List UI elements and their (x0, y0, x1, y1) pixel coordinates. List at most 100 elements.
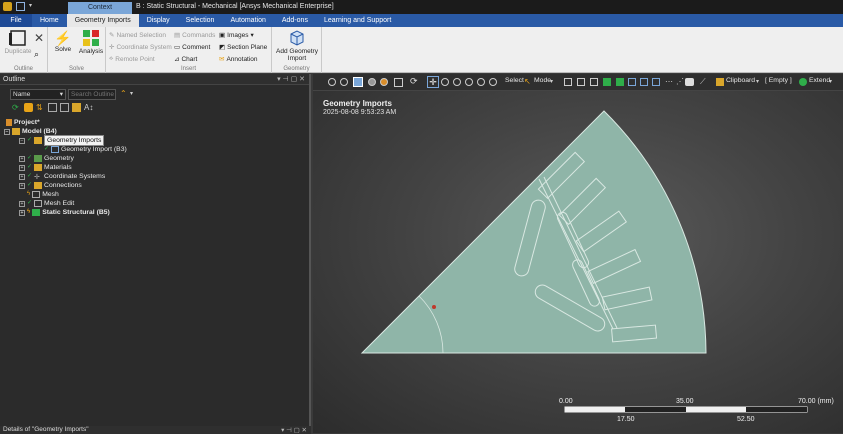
check-icon: ✓ (27, 155, 33, 161)
collapse-toggle-icon[interactable]: − (19, 137, 25, 144)
collapse-toggle-icon[interactable]: − (4, 128, 10, 135)
static-structural-icon (32, 209, 41, 216)
scale-label-0: 0.00 (559, 398, 573, 405)
search-options-icon[interactable]: ▾ (130, 90, 133, 97)
graphics-viewport[interactable]: ⟳ ✛ Select ↖ Mode ▾ ⋯ ⋰ ⟋ Clipboard ▾ [ … (313, 74, 843, 433)
tree-node-mesh[interactable]: ϟ Mesh (27, 190, 59, 199)
remote-point-icon: ⟡ (109, 55, 114, 62)
expand-toggle-icon[interactable]: + (19, 200, 25, 207)
folder-icon[interactable] (72, 103, 81, 112)
model-icon (12, 128, 20, 135)
check-icon: ✓ (27, 137, 33, 143)
text-options-icon[interactable]: A↕ (84, 103, 93, 112)
ribbon-tab-bar: File Home Geometry Imports Display Selec… (0, 14, 843, 27)
analysis-button[interactable]: Analysis (78, 30, 104, 55)
scale-bar (564, 406, 808, 413)
tab-learning-and-support[interactable]: Learning and Support (316, 14, 399, 27)
search-icon[interactable]: ⌕ (34, 49, 39, 60)
tree-node-connections[interactable]: + ✓ Connections (19, 181, 82, 190)
search-outline-input[interactable] (68, 89, 116, 100)
coordinate-system-button[interactable]: ✛ Coordinate System (109, 43, 172, 52)
duplicate-button[interactable]: Duplicate (4, 30, 32, 55)
check-icon: ✓ (27, 182, 33, 188)
outline-panel-controls[interactable]: ▾ ⊣ ▢ ✕ (277, 74, 305, 85)
tab-add-ons[interactable]: Add-ons (274, 14, 316, 27)
expand-all-icon[interactable] (48, 103, 57, 112)
expand-toggle-icon[interactable]: + (19, 182, 25, 189)
check-icon: ✓ (27, 164, 33, 170)
ribbon-group-insert: ✎ Named Selection ✛ Coordinate System ⟡ Rem… (106, 27, 272, 73)
expand-toggle-icon[interactable]: + (19, 164, 25, 171)
name-filter-dropdown[interactable]: Name ▾ (10, 89, 66, 100)
lightning-icon: ϟ (27, 209, 31, 215)
scale-label-17-5: 17.50 (617, 416, 635, 423)
commands-icon: ▤ (174, 32, 181, 39)
tree-node-coordinate-systems[interactable]: + ✓ ✛ Coordinate Systems (19, 172, 105, 181)
commands-button[interactable]: ▤ Commands (174, 31, 215, 40)
tree-node-project[interactable]: Project* (6, 118, 40, 127)
sort-icon[interactable]: ⇅ (36, 103, 45, 112)
geometry-icon (34, 155, 43, 162)
geometry-import-icon (290, 30, 304, 46)
check-icon: ✓ (27, 200, 33, 206)
duplicate-label: Duplicate (4, 48, 32, 55)
project-icon (6, 119, 12, 126)
quick-menu-chevron-icon[interactable]: ▾ (29, 2, 38, 11)
tree-node-geometry[interactable]: + ✓ Geometry (19, 154, 74, 163)
solve-button[interactable]: ⚡ Solve (52, 30, 74, 53)
add-geometry-label-2: Import (287, 55, 307, 62)
tree-node-mesh-edit[interactable]: + ✓ Mesh Edit (19, 199, 74, 208)
solve-group-label: Solve (68, 66, 84, 72)
chart-icon: ⊿ (174, 56, 180, 63)
outline-filter-bar: Name▾ ⌃ ▾ (0, 87, 311, 101)
lightning-icon: ϟ (27, 191, 31, 197)
images-icon: ▣ (219, 32, 226, 39)
lightning-icon: ⚡ (54, 30, 72, 46)
tree-node-geometry-import-b3[interactable]: ✓ Geometry Import (B3) (44, 145, 127, 154)
tree-node-materials[interactable]: + ✓ Materials (19, 163, 72, 172)
solve-label: Solve (54, 46, 72, 53)
add-geometry-label-1: Add Geometry (276, 48, 318, 55)
tab-geometry-imports[interactable]: Geometry Imports (66, 14, 139, 27)
expand-toggle-icon[interactable]: + (19, 155, 25, 162)
images-chevron-down-icon: ▾ (250, 32, 254, 39)
tree-node-static-structural[interactable]: + ϟ Static Structural (B5) (19, 208, 110, 217)
tab-home[interactable]: Home (32, 14, 67, 27)
quick-save-icon[interactable] (16, 2, 25, 11)
annotation-button[interactable]: ✉ Annotation (219, 55, 258, 64)
tree-node-geometry-imports[interactable]: − ✓ Geometry Imports (19, 135, 105, 146)
outline-title: Outline (3, 76, 26, 83)
named-selection-button[interactable]: ✎ Named Selection (109, 31, 166, 40)
section-plane-button[interactable]: ◩ Section Plane (219, 43, 267, 52)
coordinate-systems-icon: ✛ (34, 174, 40, 181)
images-button[interactable]: ▣ Images ▾ (219, 31, 254, 40)
tag-icon[interactable] (24, 103, 33, 112)
outline-panel: Outline ▾ ⊣ ▢ ✕ Name▾ ⌃ ▾ ⟳ ⇅ A↕ Project… (0, 74, 311, 434)
tab-automation[interactable]: Automation (222, 14, 273, 27)
comment-icon: ▭ (174, 44, 181, 51)
remote-point-button[interactable]: ⟡ Remote Point (109, 55, 155, 63)
expand-toggle-icon[interactable]: + (19, 209, 25, 216)
check-icon: ✓ (44, 146, 50, 152)
tab-file[interactable]: File (0, 14, 32, 27)
ribbon-group-outline: Duplicate ✕ ⌕ Outline (0, 27, 48, 73)
named-selection-icon: ✎ (109, 32, 115, 39)
coordinate-system-icon: ✛ (109, 44, 115, 51)
collapse-icon[interactable] (60, 103, 69, 112)
tab-display[interactable]: Display (139, 14, 178, 27)
add-geometry-import-button[interactable]: Add Geometry Import (274, 30, 320, 62)
check-icon: ✓ (27, 173, 33, 179)
context-tab[interactable]: Context (68, 2, 132, 14)
chart-button[interactable]: ⊿ Chart (174, 55, 197, 64)
analysis-label: Analysis (78, 48, 104, 55)
scale-label-52-5: 52.50 (737, 416, 755, 423)
search-up-icon[interactable]: ⌃ (120, 89, 127, 98)
expand-toggle-icon[interactable]: + (19, 173, 25, 180)
comment-button[interactable]: ▭ Comment (174, 43, 210, 52)
annotation-icon: ✉ (219, 56, 225, 63)
ribbon: Duplicate ✕ ⌕ Outline ⚡ Solve Analysis S… (0, 27, 843, 73)
close-icon[interactable]: ✕ (34, 31, 44, 45)
outline-group-label: Outline (13, 66, 33, 72)
tab-selection[interactable]: Selection (178, 14, 223, 27)
refresh-icon[interactable]: ⟳ (12, 103, 21, 112)
